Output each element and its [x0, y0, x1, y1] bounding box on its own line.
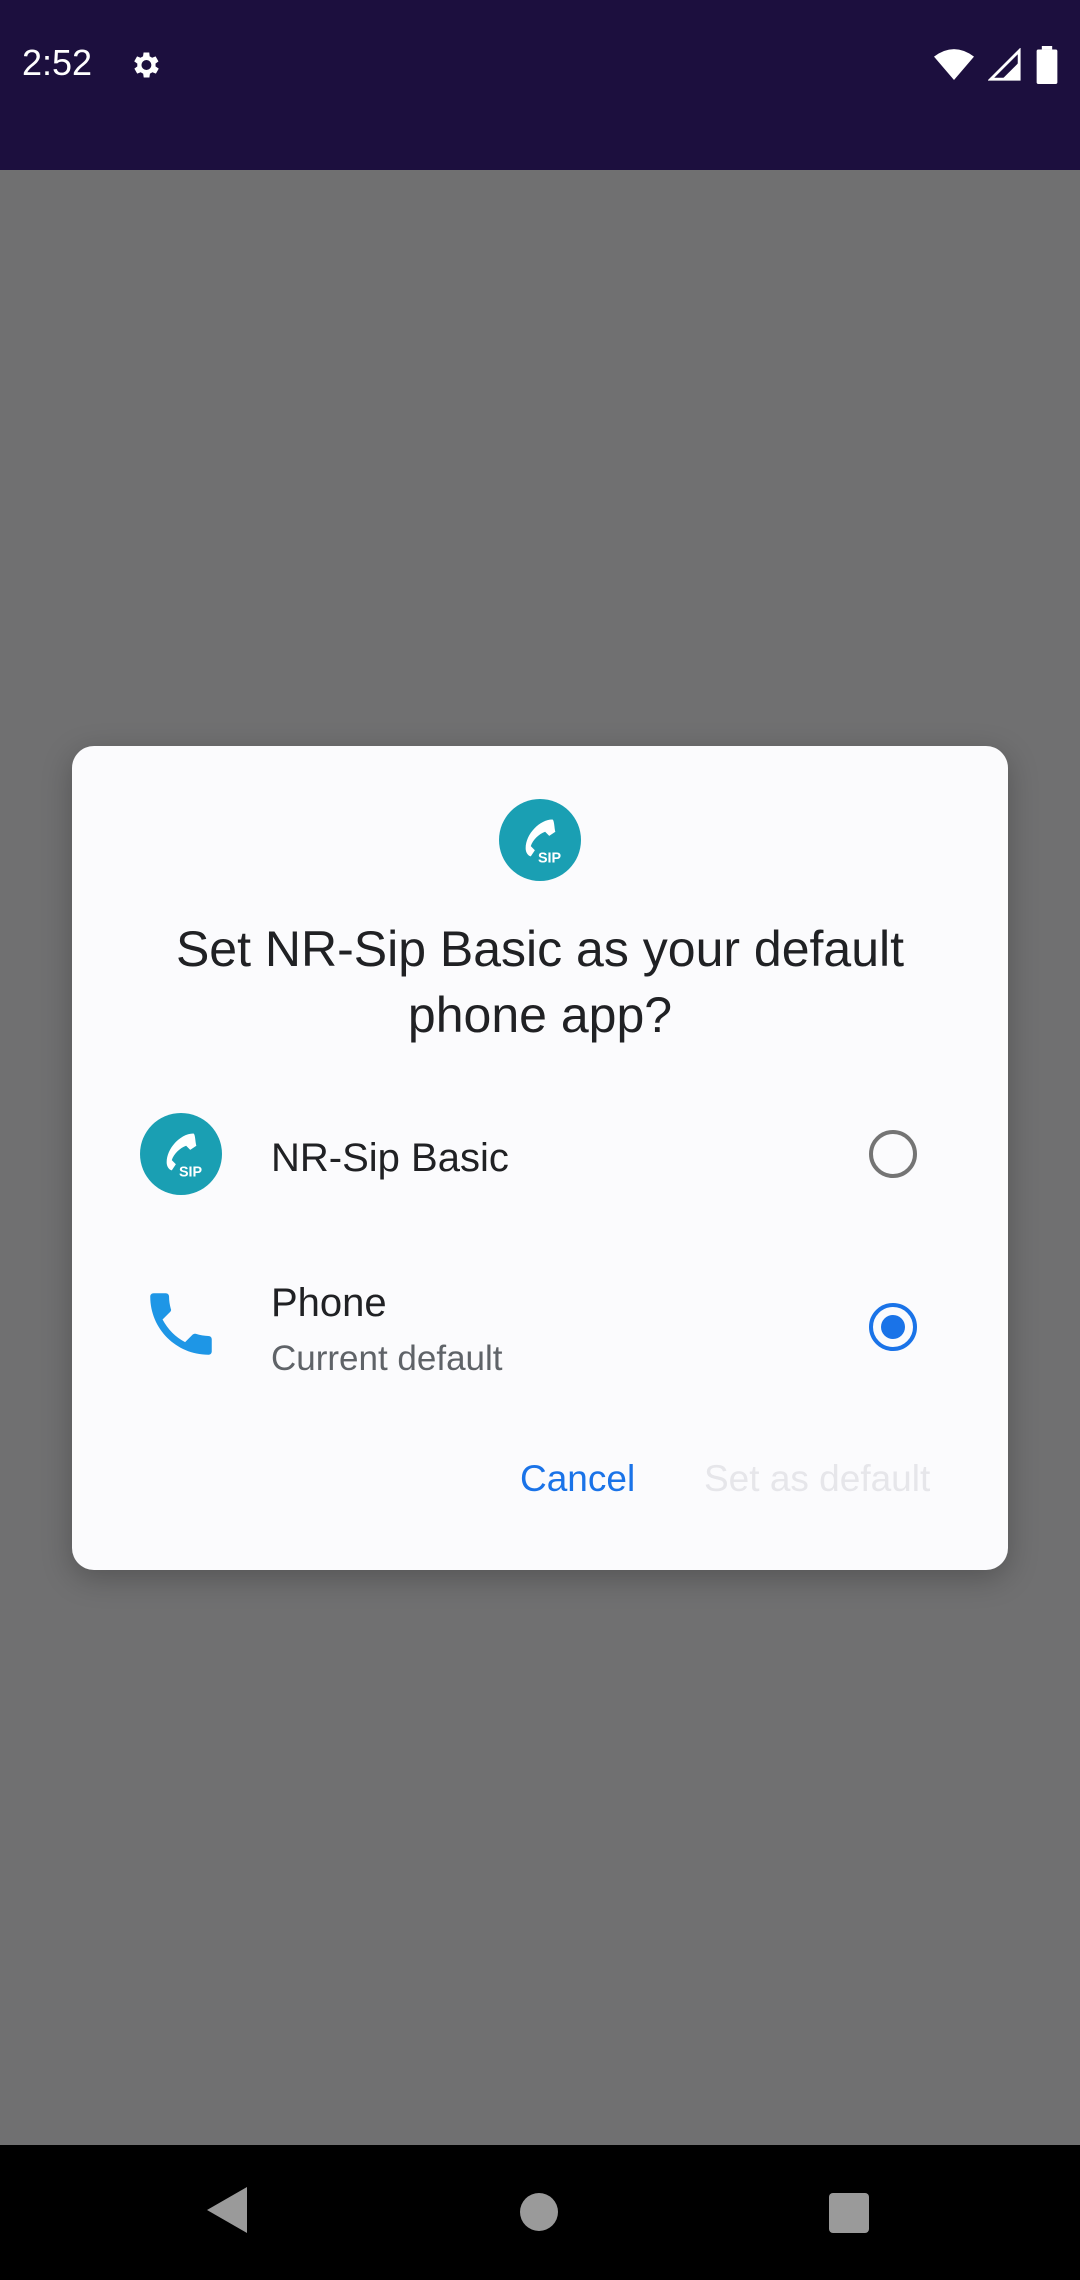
svg-text:SIP: SIP	[538, 851, 562, 867]
set-as-default-button[interactable]: Set as default	[704, 1458, 930, 1500]
navigation-bar	[0, 2145, 1080, 2280]
option-label: Phone	[271, 1281, 387, 1325]
radio-button-phone[interactable]	[869, 1303, 917, 1351]
sip-phone-app-icon: SIP	[499, 799, 581, 881]
cancel-button[interactable]: Cancel	[520, 1458, 635, 1500]
wifi-icon	[934, 49, 974, 80]
option-subtitle: Current default	[271, 1339, 503, 1378]
radio-button-nr-sip-basic[interactable]	[869, 1130, 917, 1178]
back-icon[interactable]	[207, 2187, 247, 2233]
option-nr-sip-basic[interactable]: SIP NR-Sip Basic	[72, 1086, 1008, 1236]
signal-icon	[988, 48, 1021, 81]
phone-handset-icon	[150, 1293, 212, 1355]
svg-text:SIP: SIP	[179, 1165, 203, 1181]
sip-phone-app-icon: SIP	[140, 1113, 222, 1195]
home-icon[interactable]	[520, 2193, 558, 2231]
status-icons	[934, 46, 1058, 84]
recents-icon[interactable]	[829, 2193, 869, 2233]
status-bar: 2:52	[0, 0, 1080, 170]
dialog-title: Set NR-Sip Basic as your default phone a…	[175, 921, 905, 1043]
option-phone[interactable]: Phone Current default	[72, 1251, 1008, 1401]
battery-icon	[1036, 46, 1058, 84]
option-label: NR-Sip Basic	[271, 1136, 509, 1180]
gear-icon	[134, 52, 159, 78]
default-app-dialog: SIP Set NR-Sip Basic as your default pho…	[72, 746, 1008, 1570]
status-time: 2:52	[22, 42, 93, 83]
